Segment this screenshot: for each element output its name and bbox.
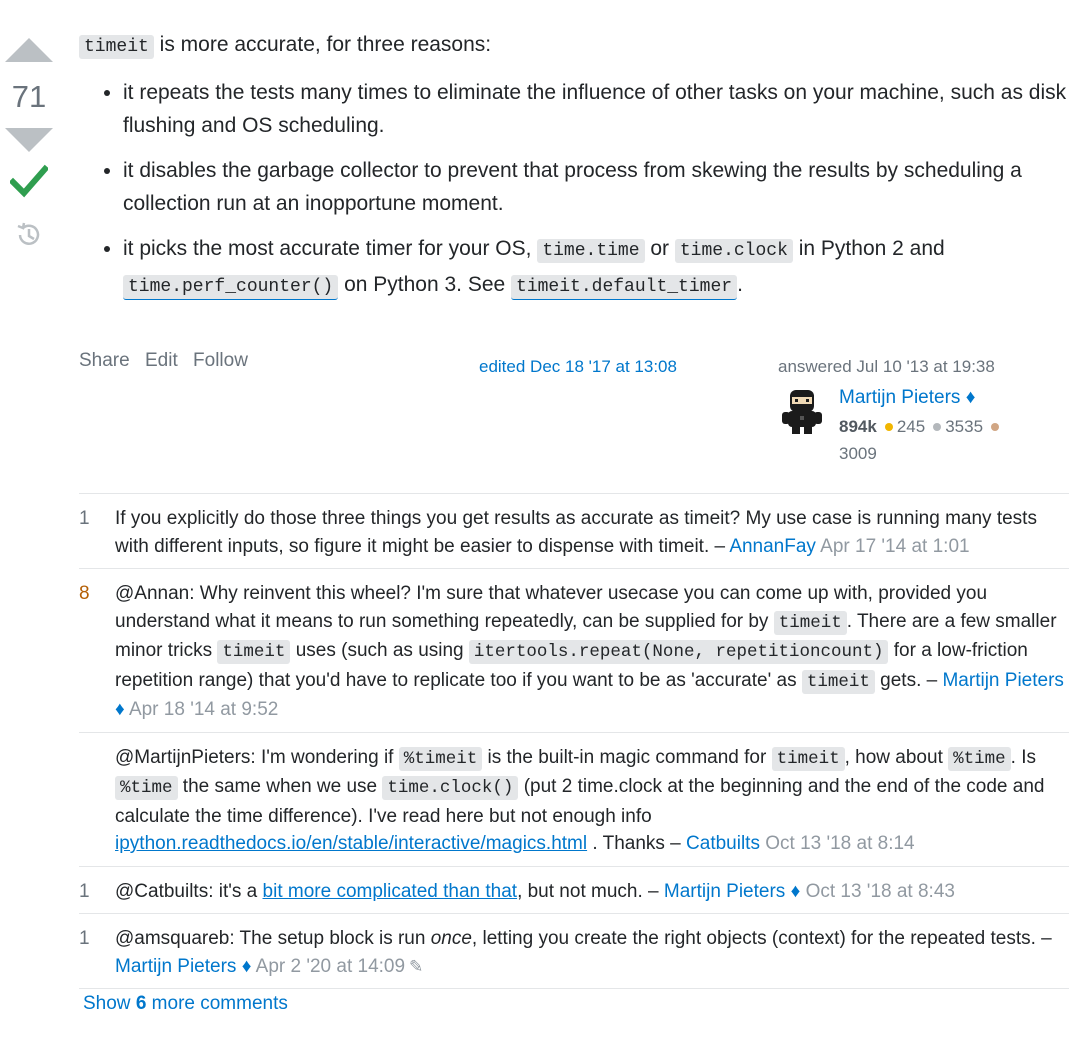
silver-badge-icon xyxy=(933,423,942,432)
comment-body: @Annan: Why reinvent this wheel? I'm sur… xyxy=(115,583,1064,720)
bronze-badge-icon xyxy=(991,423,1000,432)
comment-user-link[interactable]: Martijn Pieters ♦ xyxy=(115,956,251,977)
comment: @MartijnPieters: I'm wondering if %timei… xyxy=(79,733,1069,867)
intro-paragraph: timeit is more accurate, for three reaso… xyxy=(79,28,1069,64)
reasons-list: it repeats the tests many times to elimi… xyxy=(79,76,1069,304)
moderator-diamond-icon: ♦ xyxy=(790,880,801,902)
moderator-diamond-icon: ♦ xyxy=(965,387,976,408)
list-item: it repeats the tests many times to elimi… xyxy=(123,76,1069,142)
comment: 1 If you explicitly do those three thing… xyxy=(79,494,1069,569)
moderator-diamond-icon: ♦ xyxy=(115,699,125,720)
answered-time: answered Jul 10 '13 at 19:38 xyxy=(778,357,995,376)
follow-link[interactable]: Follow xyxy=(193,350,248,371)
history-icon[interactable] xyxy=(14,220,44,250)
check-icon xyxy=(10,164,48,198)
code-inline: %timeit xyxy=(398,746,483,771)
share-link[interactable]: Share xyxy=(79,350,130,371)
magics-doc-link[interactable]: ipython.readthedocs.io/en/stable/interac… xyxy=(115,833,587,854)
user-reputation: 894k 245 3535 3009 xyxy=(839,413,1059,467)
code-inline: timeit xyxy=(801,669,875,694)
reputation-score: 894k xyxy=(839,417,877,436)
comment-date[interactable]: Apr 17 '14 at 1:01 xyxy=(820,536,969,557)
code-inline: timeit xyxy=(771,746,845,771)
comment-body: @amsquareb: The setup block is run once,… xyxy=(115,928,1052,977)
code-inline: %time xyxy=(115,776,178,800)
upvote-button[interactable] xyxy=(5,38,53,62)
show-more-comments-link[interactable]: Show 6 more comments xyxy=(83,993,288,1015)
comment: 1 @Catbuilts: it's a bit more complicate… xyxy=(79,867,1069,914)
comment-score: 1 xyxy=(79,508,90,529)
comments-list: 1 If you explicitly do those three thing… xyxy=(79,493,1069,989)
comment-body: If you explicitly do those three things … xyxy=(115,508,1037,557)
default-timer-link[interactable]: timeit.default_timer xyxy=(511,273,738,300)
vote-cell: 71 xyxy=(0,30,58,250)
answer-body: timeit is more accurate, for three reaso… xyxy=(79,28,1069,316)
code-inline: timeit xyxy=(773,610,847,635)
gold-badge-icon xyxy=(884,423,893,432)
edit-link[interactable]: Edit xyxy=(145,350,178,371)
downvote-button[interactable] xyxy=(5,128,53,152)
perf-counter-link[interactable]: time.perf_counter() xyxy=(123,273,339,300)
comment-user-link[interactable]: Catbuilts xyxy=(686,833,760,854)
list-item: it picks the most accurate timer for you… xyxy=(123,232,1069,304)
edited-link[interactable]: edited Dec 18 '17 at 13:08 xyxy=(479,357,677,377)
avatar[interactable] xyxy=(778,387,826,435)
comment-score: 8 xyxy=(79,583,90,604)
code-inline: time.clock xyxy=(674,239,793,263)
code-inline: timeit xyxy=(79,35,154,59)
bronze-badge-count: 3009 xyxy=(839,444,877,463)
vote-count: 71 xyxy=(11,79,47,114)
comment-user-link[interactable]: AnnanFay xyxy=(729,536,816,557)
comment: 1 @amsquareb: The setup block is run onc… xyxy=(79,914,1069,989)
code-inline: timeit xyxy=(217,640,291,664)
comment-date[interactable]: Apr 18 '14 at 9:52 xyxy=(129,699,278,720)
comment-score: 1 xyxy=(79,928,90,949)
code-inline: itertools.repeat(None, repetitioncount) xyxy=(468,640,889,664)
comment: 8 @Annan: Why reinvent this wheel? I'm s… xyxy=(79,569,1069,733)
pencil-icon: ✎ xyxy=(409,956,424,976)
comment-body: @MartijnPieters: I'm wondering if %timei… xyxy=(115,746,1045,854)
silver-badge-count: 3535 xyxy=(945,417,984,436)
user-name-link[interactable]: Martijn Pieters ♦ xyxy=(839,387,975,409)
post-menu: Share Edit Follow xyxy=(79,350,258,372)
gold-badge-count: 245 xyxy=(896,417,926,436)
comment-user-link[interactable]: Martijn Pieters ♦ xyxy=(664,881,800,902)
list-item: it disables the garbage collector to pre… xyxy=(123,154,1069,220)
complicated-link[interactable]: bit more complicated than that xyxy=(263,881,518,902)
comment-score: 1 xyxy=(79,880,90,902)
code-inline: time.time xyxy=(537,239,645,263)
comment-body: @Catbuilts: it's a bit more complicated … xyxy=(115,880,955,902)
code-inline: time.clock() xyxy=(382,776,519,800)
comment-date[interactable]: Apr 2 '20 at 14:09 xyxy=(256,956,405,977)
moderator-diamond-icon: ♦ xyxy=(241,955,252,977)
comment-date[interactable]: Oct 13 '18 at 8:43 xyxy=(806,881,955,902)
code-inline: %time xyxy=(948,746,1011,771)
comment-date[interactable]: Oct 13 '18 at 8:14 xyxy=(765,833,914,854)
comment-score xyxy=(79,744,115,858)
